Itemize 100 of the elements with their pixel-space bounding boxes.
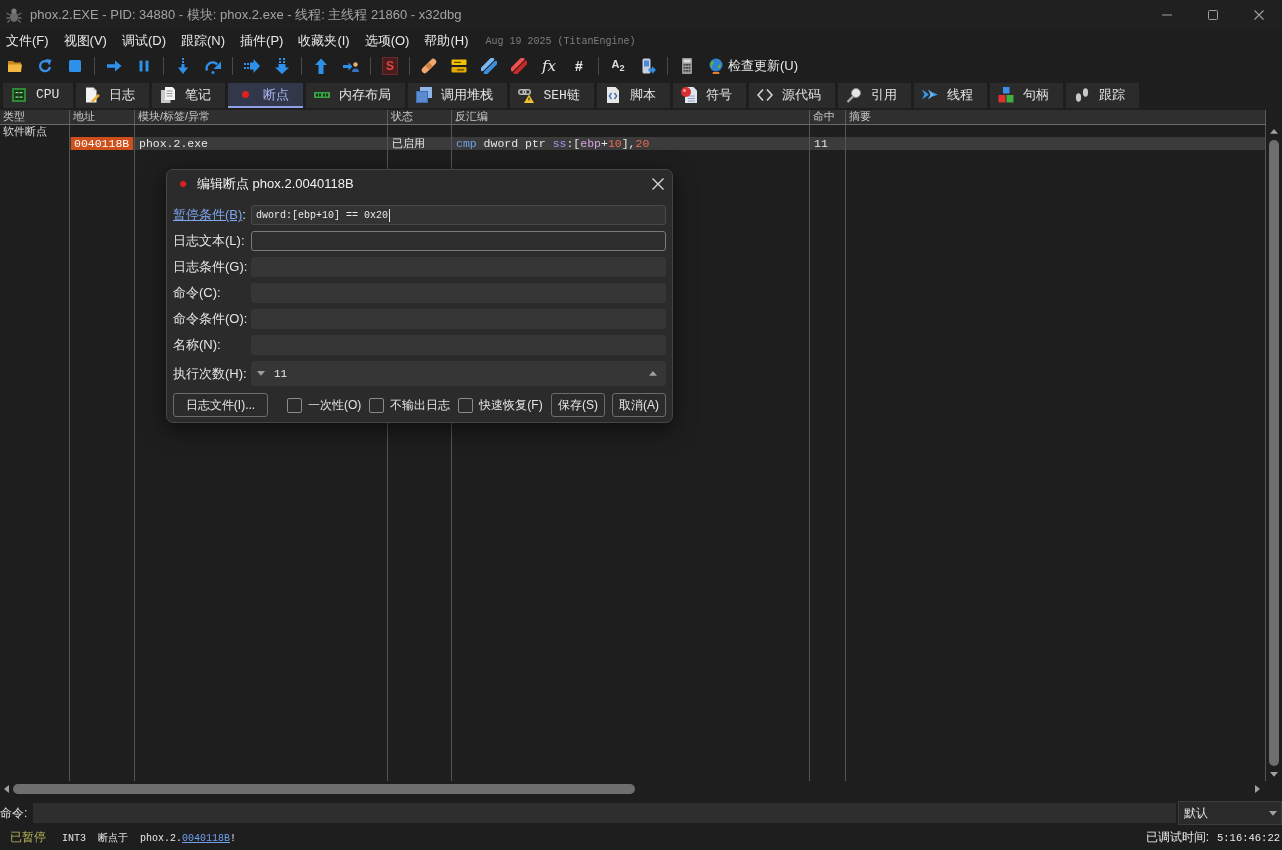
table-cell: phox.2.exe xyxy=(139,137,208,150)
table-cell: 已启用 xyxy=(392,137,425,149)
phone-arrow-icon[interactable] xyxy=(640,58,656,74)
caret-down-icon xyxy=(1269,810,1277,816)
tags-icon[interactable] xyxy=(481,58,497,74)
dialog-button[interactable]: 保存(S) xyxy=(551,393,605,417)
dot-icon xyxy=(180,181,186,187)
column-header[interactable]: 地址 xyxy=(73,110,95,122)
field-label: 命令(C): xyxy=(173,285,221,300)
menu-item[interactable]: 调试(D) xyxy=(115,30,172,52)
close-icon[interactable] xyxy=(1254,10,1264,20)
table-row[interactable]: 0040118B phox.2.exe 已启用 cmp dword ptr ss:[ebp+10],20 11 xyxy=(70,137,1266,150)
log-file-button[interactable]: 日志文件(I)... xyxy=(173,393,268,417)
tab[interactable]: 断点 xyxy=(228,83,304,108)
folder-icon[interactable] xyxy=(7,58,23,74)
checkbox[interactable] xyxy=(458,397,474,413)
scroll-left-icon[interactable] xyxy=(4,785,9,793)
elapsed-label: 已调试时间: xyxy=(1145,829,1209,846)
stacked-windows-icon xyxy=(416,86,433,103)
column-header[interactable]: 状态 xyxy=(391,110,413,122)
command-label: 命令: xyxy=(0,804,28,822)
address-link[interactable]: 0040118B xyxy=(182,832,231,844)
dialog-button[interactable]: 取消(A) xyxy=(612,393,666,417)
ribbons-icon[interactable] xyxy=(511,58,527,74)
tab[interactable]: 脚本 xyxy=(596,83,670,108)
group-label: 软件断点 xyxy=(3,125,47,137)
arrow-up-icon[interactable] xyxy=(313,58,329,74)
search-icon xyxy=(845,86,862,103)
dotted-arrow-right-icon[interactable] xyxy=(244,58,260,74)
scroll-down-icon[interactable] xyxy=(1270,772,1278,777)
maximize-icon[interactable] xyxy=(1208,10,1218,20)
scrollbar-thumb[interactable] xyxy=(13,784,635,794)
menu-item[interactable]: 插件(P) xyxy=(234,30,290,52)
document-pencil-icon xyxy=(84,86,101,103)
tab[interactable]: 笔记 xyxy=(152,83,226,108)
menu-item[interactable]: 帮助(H) xyxy=(418,30,475,52)
input-field[interactable] xyxy=(251,231,666,251)
arrow-right-icon[interactable] xyxy=(106,58,122,74)
input-field[interactable]: dword:[ebp+10] == 0x20 xyxy=(251,205,666,225)
caret-down-icon[interactable] xyxy=(257,371,265,376)
text-cursor-icon xyxy=(389,208,391,222)
check-update-button[interactable]: 检查更新(U) xyxy=(708,57,799,75)
menu-item[interactable]: 选项(O) xyxy=(358,30,416,52)
field-label: 暂停条件(B): xyxy=(173,207,246,222)
tab[interactable]: SEH链 xyxy=(510,83,594,108)
column-header[interactable]: 摘要 xyxy=(849,110,871,122)
scroll-up-icon[interactable] xyxy=(1270,129,1278,134)
tab[interactable]: 引用 xyxy=(837,83,911,108)
dot-icon xyxy=(242,91,250,98)
scrollbar-thumb[interactable] xyxy=(1269,140,1279,766)
angle-brackets-icon xyxy=(756,86,773,103)
document-ball-icon xyxy=(680,86,697,103)
tab[interactable]: 内存布局 xyxy=(306,83,406,108)
globe-icon xyxy=(708,58,724,74)
checkbox[interactable] xyxy=(369,397,385,413)
checkbox-label: 一次性(O) xyxy=(308,396,362,414)
checkbox-label: 快速恢复(F) xyxy=(479,396,543,414)
column-header[interactable]: 模块/标签/异常 xyxy=(138,110,211,122)
footprints-icon xyxy=(1073,86,1090,103)
blocks-icon xyxy=(997,86,1014,103)
dotted-arrow-down-icon[interactable] xyxy=(274,58,290,74)
menu-item[interactable]: 视图(V) xyxy=(57,30,113,52)
chain-warning-icon xyxy=(518,86,535,103)
field-label: 命令条件(O): xyxy=(173,311,248,326)
field-label: 执行次数(H): xyxy=(173,365,247,381)
tab[interactable]: 跟踪 xyxy=(1065,83,1139,108)
spin-field[interactable]: 11 xyxy=(251,361,666,386)
field-label: 名称(N): xyxy=(173,337,221,352)
script-document-icon xyxy=(604,86,621,103)
menu-item[interactable]: 收藏夹(I) xyxy=(292,30,356,52)
table-cell: 11 xyxy=(814,137,828,150)
bandage-icon[interactable] xyxy=(421,58,437,74)
caret-up-icon[interactable] xyxy=(649,371,657,376)
checkbox[interactable] xyxy=(287,397,302,413)
calculator-icon[interactable] xyxy=(679,58,695,74)
circular-arrow-icon[interactable] xyxy=(37,58,53,74)
column-header[interactable]: 命中 xyxy=(813,110,835,122)
notes-icon[interactable] xyxy=(451,58,467,74)
bug-icon xyxy=(6,7,22,23)
toolbar-button[interactable]: fx xyxy=(541,58,557,74)
tab[interactable]: 调用堆栈 xyxy=(408,83,508,108)
window-title: phox.2.EXE - PID: 34880 - 模块: phox.2.exe - 线程: 主线程 21860 - x32dbg xyxy=(30,6,462,24)
stop-icon[interactable] xyxy=(67,58,83,74)
documents-icon xyxy=(160,86,177,103)
curved-arrow-icon[interactable] xyxy=(205,58,221,74)
tab[interactable]: 日志 xyxy=(76,83,150,108)
tab[interactable]: CPU xyxy=(3,83,74,108)
tab[interactable]: 线程 xyxy=(913,83,987,108)
menu-item[interactable]: 跟踪(N) xyxy=(175,30,232,52)
tab[interactable]: 句柄 xyxy=(989,83,1063,108)
tab[interactable]: 符号 xyxy=(672,83,746,108)
column-header[interactable]: 类型 xyxy=(3,110,25,122)
toolbar-button[interactable]: A$_{2}$ xyxy=(610,55,626,77)
column-header[interactable]: 反汇编 xyxy=(455,110,488,122)
scroll-right-icon[interactable] xyxy=(1255,785,1260,793)
tab[interactable]: 源代码 xyxy=(748,83,835,108)
menu-item[interactable]: 文件(F) xyxy=(0,30,55,52)
toolbar-button[interactable]: # xyxy=(571,58,587,74)
mode-dropdown[interactable]: 默认 xyxy=(1178,801,1282,825)
field-label: 日志条件(G): xyxy=(173,259,248,274)
